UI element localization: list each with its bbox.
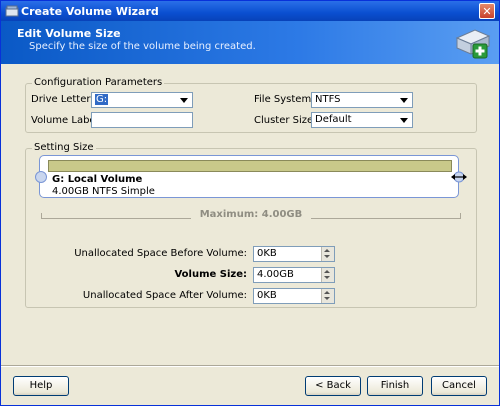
volume-size-spinner[interactable]: 4.00GB xyxy=(253,267,335,283)
cancel-button[interactable]: Cancel xyxy=(431,376,487,396)
close-button[interactable]: ✕ xyxy=(479,3,495,19)
window-title: Create Volume Wizard xyxy=(21,5,159,18)
file-system-value: NTFS xyxy=(315,94,341,105)
volume-size-value: 4.00GB xyxy=(257,269,294,280)
cluster-size-select[interactable]: Default xyxy=(311,112,413,128)
unalloc-after-spinner[interactable]: 0KB xyxy=(253,288,335,304)
finish-button-label: Finish xyxy=(380,380,410,391)
chevron-down-icon xyxy=(400,98,408,103)
file-system-label: File System: xyxy=(254,94,315,105)
spin-up-icon[interactable] xyxy=(324,270,330,273)
wizard-window: Create Volume Wizard ✕ Edit Volume Size … xyxy=(0,0,500,406)
drive-letter-select[interactable]: G: xyxy=(91,92,193,108)
spin-down-icon[interactable] xyxy=(324,255,330,258)
spin-down-icon[interactable] xyxy=(324,276,330,279)
volume-size-bar xyxy=(48,160,452,172)
title-bar[interactable]: Create Volume Wizard ✕ xyxy=(1,1,499,21)
spinner-buttons[interactable] xyxy=(321,247,334,261)
resize-handle-left[interactable] xyxy=(35,171,47,183)
setting-size-legend: Setting Size xyxy=(32,142,96,153)
maximum-label: Maximum: 4.00GB xyxy=(191,209,311,220)
header-subtitle: Specify the size of the volume being cre… xyxy=(29,41,256,52)
chevron-down-icon xyxy=(400,118,408,123)
file-system-select[interactable]: NTFS xyxy=(311,92,413,108)
spinner-buttons[interactable] xyxy=(321,289,334,303)
spin-down-icon[interactable] xyxy=(324,297,330,300)
volume-name: G: Local Volume xyxy=(52,174,143,185)
cluster-size-value: Default xyxy=(315,114,352,125)
volume-description: 4.00GB NTFS Simple xyxy=(52,186,155,197)
chevron-down-icon xyxy=(180,98,188,103)
unalloc-after-label: Unallocated Space After Volume: xyxy=(82,290,247,301)
unalloc-before-spinner[interactable]: 0KB xyxy=(253,246,335,262)
spin-up-icon[interactable] xyxy=(324,291,330,294)
spinner-buttons[interactable] xyxy=(321,268,334,282)
wizard-header: Edit Volume Size Specify the size of the… xyxy=(1,21,499,64)
resize-horizontal-icon[interactable] xyxy=(451,171,467,183)
footer-separator xyxy=(1,365,499,367)
cancel-button-label: Cancel xyxy=(442,380,476,391)
volume-panel: G: Local Volume 4.00GB NTFS Simple xyxy=(39,155,459,198)
unalloc-after-value: 0KB xyxy=(257,290,277,301)
help-button[interactable]: Help xyxy=(13,376,69,396)
volume-size-label: Volume Size: xyxy=(174,269,247,280)
help-button-label: Help xyxy=(29,380,53,391)
drive-letter-value: G: xyxy=(95,94,109,105)
config-legend: Configuration Parameters xyxy=(32,77,165,88)
wizard-app-icon xyxy=(5,5,19,17)
drive-letter-label: Drive Letter: xyxy=(31,94,94,105)
volume-label-input[interactable] xyxy=(91,112,193,128)
close-icon: ✕ xyxy=(482,5,492,18)
unalloc-before-label: Unallocated Space Before Volume: xyxy=(74,248,247,259)
back-button[interactable]: < Back xyxy=(305,376,361,396)
finish-button[interactable]: Finish xyxy=(367,376,423,396)
cluster-size-label: Cluster Size: xyxy=(254,115,317,126)
header-title: Edit Volume Size xyxy=(17,27,121,40)
spin-up-icon[interactable] xyxy=(324,249,330,252)
add-volume-icon xyxy=(455,29,491,59)
back-button-label: < Back xyxy=(315,380,351,391)
unalloc-before-value: 0KB xyxy=(257,248,277,259)
